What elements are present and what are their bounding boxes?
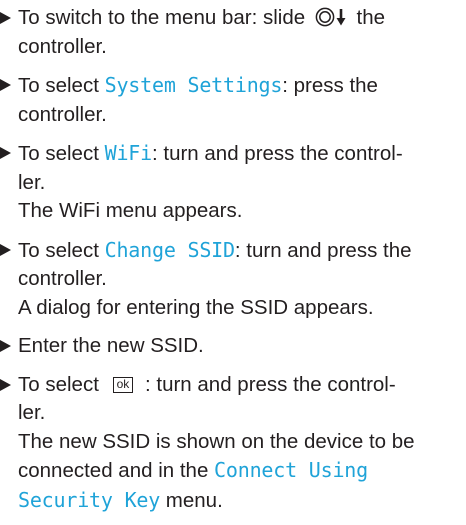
ui-term-wifi: WiFi <box>104 141 153 165</box>
step-text: To switch to the menu bar: slide <box>18 6 311 29</box>
step-select-system-settings: To select System Settings: press the con… <box>0 71 466 129</box>
step-select-ok: To select ok : turn and press the contro… <box>0 371 466 516</box>
bullet-triangle-icon <box>0 147 11 159</box>
step-select-change-ssid: To select Change SSID: turn and press th… <box>0 236 466 323</box>
ui-term-change-ssid: Change SSID <box>104 237 235 262</box>
bullet-triangle-icon <box>0 79 11 91</box>
step-text: Enter the new SSID. <box>18 334 204 357</box>
instruction-steps: To switch to the menu bar: slide the con… <box>0 4 466 525</box>
step-text: ler. <box>18 170 46 194</box>
step-text: To select <box>18 372 105 396</box>
step-text: ler. <box>18 401 46 424</box>
step-text: To select <box>18 74 105 97</box>
bullet-triangle-icon <box>0 243 11 256</box>
step-result: A dialog for entering the SSID appears. <box>18 295 374 319</box>
step-enter-ssid: Enter the new SSID. <box>0 332 466 361</box>
ok-key-icon: ok <box>112 376 134 393</box>
ui-term-system-settings: System Settings <box>104 73 283 97</box>
step-line: To select ok : turn and press the contro… <box>18 371 466 400</box>
controller-slide-down-icon <box>315 7 346 27</box>
bullet-triangle-icon <box>0 340 11 352</box>
step-text: : turn and press the control- <box>151 142 403 165</box>
step-line: To select WiFi: turn and press the contr… <box>18 139 466 169</box>
step-text: : turn and press the control- <box>139 372 396 396</box>
step-result: The WiFi menu appears. <box>18 199 243 222</box>
bullet-triangle-icon <box>0 12 11 24</box>
step-result: The new SSID is shown on the device to b… <box>18 428 466 516</box>
bullet-triangle-icon <box>0 378 11 391</box>
step-select-wifi: To select WiFi: turn and press the contr… <box>0 139 466 226</box>
step-text: To select <box>18 142 105 165</box>
step-result-text: menu. <box>160 488 223 512</box>
step-switch-to-menu-bar: To switch to the menu bar: slide the con… <box>0 4 466 61</box>
step-text: To select <box>18 238 105 262</box>
